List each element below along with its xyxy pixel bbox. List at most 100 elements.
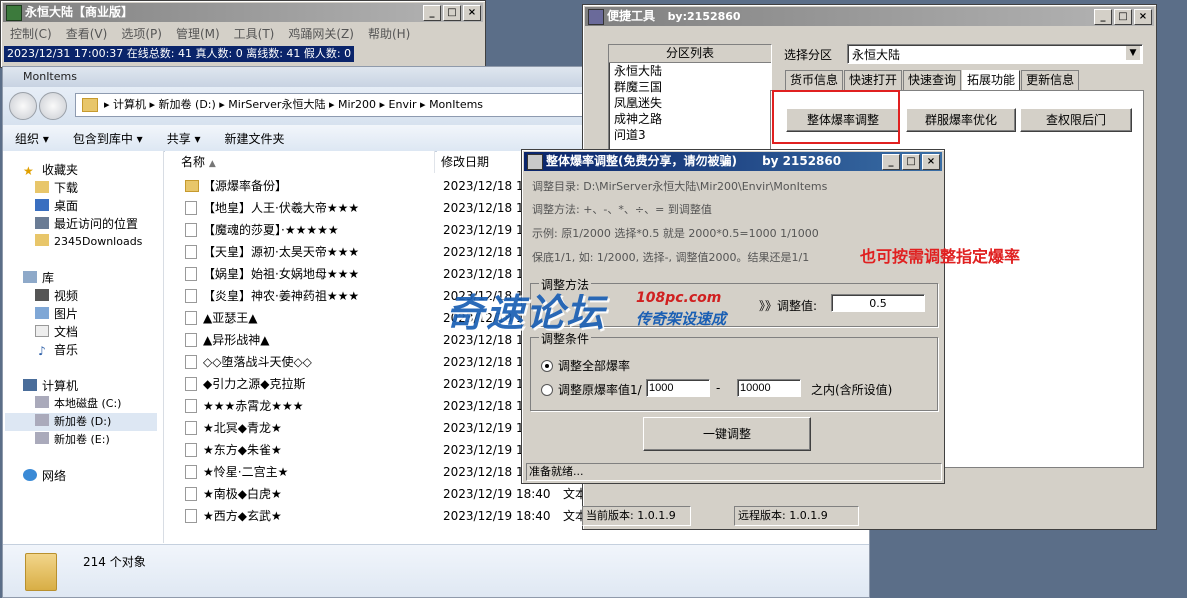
- nav-recent[interactable]: 最近访问的位置: [35, 215, 138, 233]
- partition-list[interactable]: 分区列表 永恒大陆 群魔三国 凤凰迷失 成神之路 问道3: [608, 44, 772, 158]
- nav-drive-c[interactable]: 本地磁盘 (C:): [35, 395, 121, 413]
- server-title-bar[interactable]: 永恒大陆【商业版】 _ □ ×: [3, 3, 483, 22]
- new-folder-button[interactable]: 新建文件夹: [213, 130, 297, 147]
- file-date: 2023/12/19 18:40: [443, 487, 551, 501]
- nav-libraries[interactable]: 库: [23, 269, 54, 287]
- close-button[interactable]: ×: [922, 154, 940, 170]
- tab-quick-open[interactable]: 快速打开: [844, 70, 903, 90]
- nav-drive-d[interactable]: 新加卷 (D:): [5, 413, 157, 431]
- document-icon: [35, 325, 49, 337]
- minimize-button[interactable]: _: [423, 5, 441, 21]
- nav-pictures[interactable]: 图片: [35, 305, 78, 323]
- close-button[interactable]: ×: [463, 5, 481, 21]
- radio-range[interactable]: [541, 384, 553, 396]
- file-date: 2023/12/19 18: [443, 443, 532, 457]
- file-date: 2023/12/18 13: [443, 399, 532, 413]
- address-input[interactable]: ▸ 计算机 ▸ 新加卷 (D:) ▸ MirServer永恒大陆 ▸ Mir20…: [75, 93, 615, 117]
- partition-item[interactable]: 成神之路: [609, 111, 771, 127]
- network-icon: [23, 469, 37, 481]
- nav-network[interactable]: 网络: [23, 467, 66, 485]
- share-button[interactable]: 共享 ▾: [155, 130, 213, 147]
- column-header-name[interactable]: 名称 ▲: [165, 151, 435, 173]
- menu-view[interactable]: 查看(V): [59, 25, 115, 42]
- nav-desktop[interactable]: 桌面: [35, 197, 78, 215]
- file-icon: [185, 465, 197, 479]
- explorer-status-bar: 214 个对象: [3, 544, 869, 597]
- explorer-title: MonItems: [23, 70, 77, 83]
- partition-select[interactable]: 永恒大陆 ▼: [847, 44, 1143, 64]
- close-button[interactable]: ×: [1134, 9, 1152, 25]
- file-icon: [185, 421, 197, 435]
- nav-computer[interactable]: 计算机: [23, 377, 78, 395]
- partition-item[interactable]: 问道3: [609, 127, 771, 143]
- menu-control[interactable]: 控制(C): [3, 25, 59, 42]
- sort-arrow-icon: ▲: [208, 159, 216, 169]
- include-in-library-button[interactable]: 包含到库中 ▾: [61, 130, 155, 147]
- tool-icon: [588, 9, 604, 25]
- forward-button[interactable]: [39, 92, 67, 120]
- dialog-title: 整体爆率调整(免费分享，请勿被骗) by 2152860: [546, 154, 842, 168]
- minimize-button[interactable]: _: [1094, 9, 1112, 25]
- one-click-adjust-button[interactable]: 一键调整: [643, 417, 811, 451]
- check-backdoor-button[interactable]: 查权限后门: [1020, 108, 1132, 132]
- range-suffix: 之内(含所设值): [811, 383, 893, 397]
- navigation-pane: ★ 收藏夹 下载 桌面 最近访问的位置 2345Downloads 库 视频 图片…: [3, 151, 164, 543]
- maximize-button[interactable]: □: [1114, 9, 1132, 25]
- organize-button[interactable]: 组织 ▾: [3, 130, 61, 147]
- highlight-box: [772, 90, 900, 144]
- partition-item[interactable]: 群魔三国: [609, 79, 771, 95]
- partition-item[interactable]: 凤凰迷失: [609, 95, 771, 111]
- menu-tools[interactable]: 工具(T): [227, 25, 282, 42]
- picture-icon: [35, 307, 49, 319]
- minimize-button[interactable]: _: [882, 154, 900, 170]
- video-icon: [35, 289, 49, 301]
- server-main-window: 永恒大陆【商业版】 _ □ × 控制(C) 查看(V) 选项(P) 管理(M) …: [0, 0, 486, 68]
- tab-extensions[interactable]: 拓展功能: [962, 70, 1021, 91]
- nav-documents[interactable]: 文档: [35, 323, 78, 341]
- tab-currency[interactable]: 货币信息: [785, 70, 844, 90]
- remote-version: 远程版本: 1.0.1.9: [734, 506, 859, 526]
- nav-favorites[interactable]: ★ 收藏夹: [23, 161, 78, 179]
- file-icon: [185, 311, 197, 325]
- server-menu-bar: 控制(C) 查看(V) 选项(P) 管理(M) 工具(T) 鸡踊网关(Z) 帮助…: [3, 25, 417, 42]
- menu-options[interactable]: 选项(P): [114, 25, 169, 42]
- floor-text: 保底1/1, 如: 1/2000, 选择-, 调整值2000。结果还是1/1: [532, 251, 810, 264]
- range-to-input[interactable]: [737, 379, 801, 397]
- file-date: 2023/12/18 13: [443, 245, 532, 259]
- dialog-title-bar[interactable]: 整体爆率调整(免费分享，请勿被骗) by 2152860 _ □ ×: [524, 152, 942, 171]
- maximize-button[interactable]: □: [443, 5, 461, 21]
- radio-all-rates[interactable]: [541, 360, 553, 372]
- menu-gateway[interactable]: 鸡踊网关(Z): [281, 25, 361, 42]
- nav-2345downloads[interactable]: 2345Downloads: [35, 233, 142, 251]
- folder-icon: [35, 234, 49, 246]
- drive-icon: [35, 396, 49, 408]
- nav-videos[interactable]: 视频: [35, 287, 78, 305]
- tools-title-bar[interactable]: 便捷工具 by:2152860 _ □ ×: [585, 7, 1154, 26]
- window-controls: _ □ ×: [882, 154, 940, 170]
- file-icon: [185, 289, 197, 303]
- maximize-button[interactable]: □: [902, 154, 920, 170]
- back-button[interactable]: [9, 92, 37, 120]
- file-name: ◆引力之源◆克拉斯: [203, 377, 306, 391]
- adjust-value-input[interactable]: [831, 294, 925, 312]
- file-name: ★★★赤霄龙★★★: [203, 399, 304, 413]
- menu-manage[interactable]: 管理(M): [169, 25, 227, 42]
- tab-quick-query[interactable]: 快速查询: [903, 70, 962, 90]
- adjust-method-text: 调整方法: +、-、*、÷、= 到调整值: [532, 203, 712, 216]
- folder-icon: [82, 98, 98, 112]
- library-icon: [23, 271, 37, 283]
- file-date: 2023/12/18 13: [443, 179, 532, 193]
- download-folder-icon: [35, 181, 49, 193]
- nav-music[interactable]: ♪ 音乐: [35, 341, 78, 359]
- nav-drive-e[interactable]: 新加卷 (E:): [35, 431, 110, 449]
- group-rate-optimize-button[interactable]: 群服爆率优化: [906, 108, 1016, 132]
- drive-icon: [35, 414, 49, 426]
- menu-help[interactable]: 帮助(H): [361, 25, 417, 42]
- tools-title: 便捷工具 by:2152860: [607, 9, 741, 23]
- partition-item[interactable]: 永恒大陆: [609, 63, 771, 79]
- range-from-input[interactable]: [646, 379, 710, 397]
- tab-updates[interactable]: 更新信息: [1021, 70, 1080, 90]
- nav-downloads[interactable]: 下载: [35, 179, 78, 197]
- red-annotation: 也可按需调整指定爆率: [860, 247, 1021, 266]
- server-title: 永恒大陆【商业版】: [25, 5, 134, 19]
